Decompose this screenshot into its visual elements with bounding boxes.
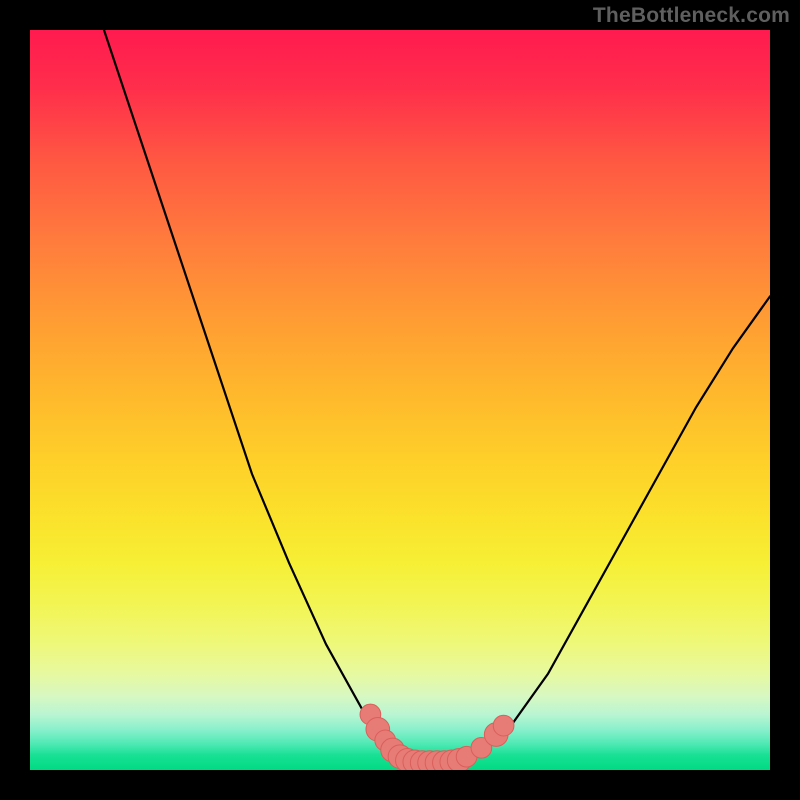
plot-area (30, 30, 770, 770)
watermark-text: TheBottleneck.com (593, 4, 790, 28)
right-curve (474, 296, 770, 759)
curve-markers (360, 704, 514, 770)
chart-frame: TheBottleneck.com (0, 0, 800, 800)
left-curve (104, 30, 407, 759)
marker-dot (493, 715, 514, 736)
curve-layer (30, 30, 770, 770)
